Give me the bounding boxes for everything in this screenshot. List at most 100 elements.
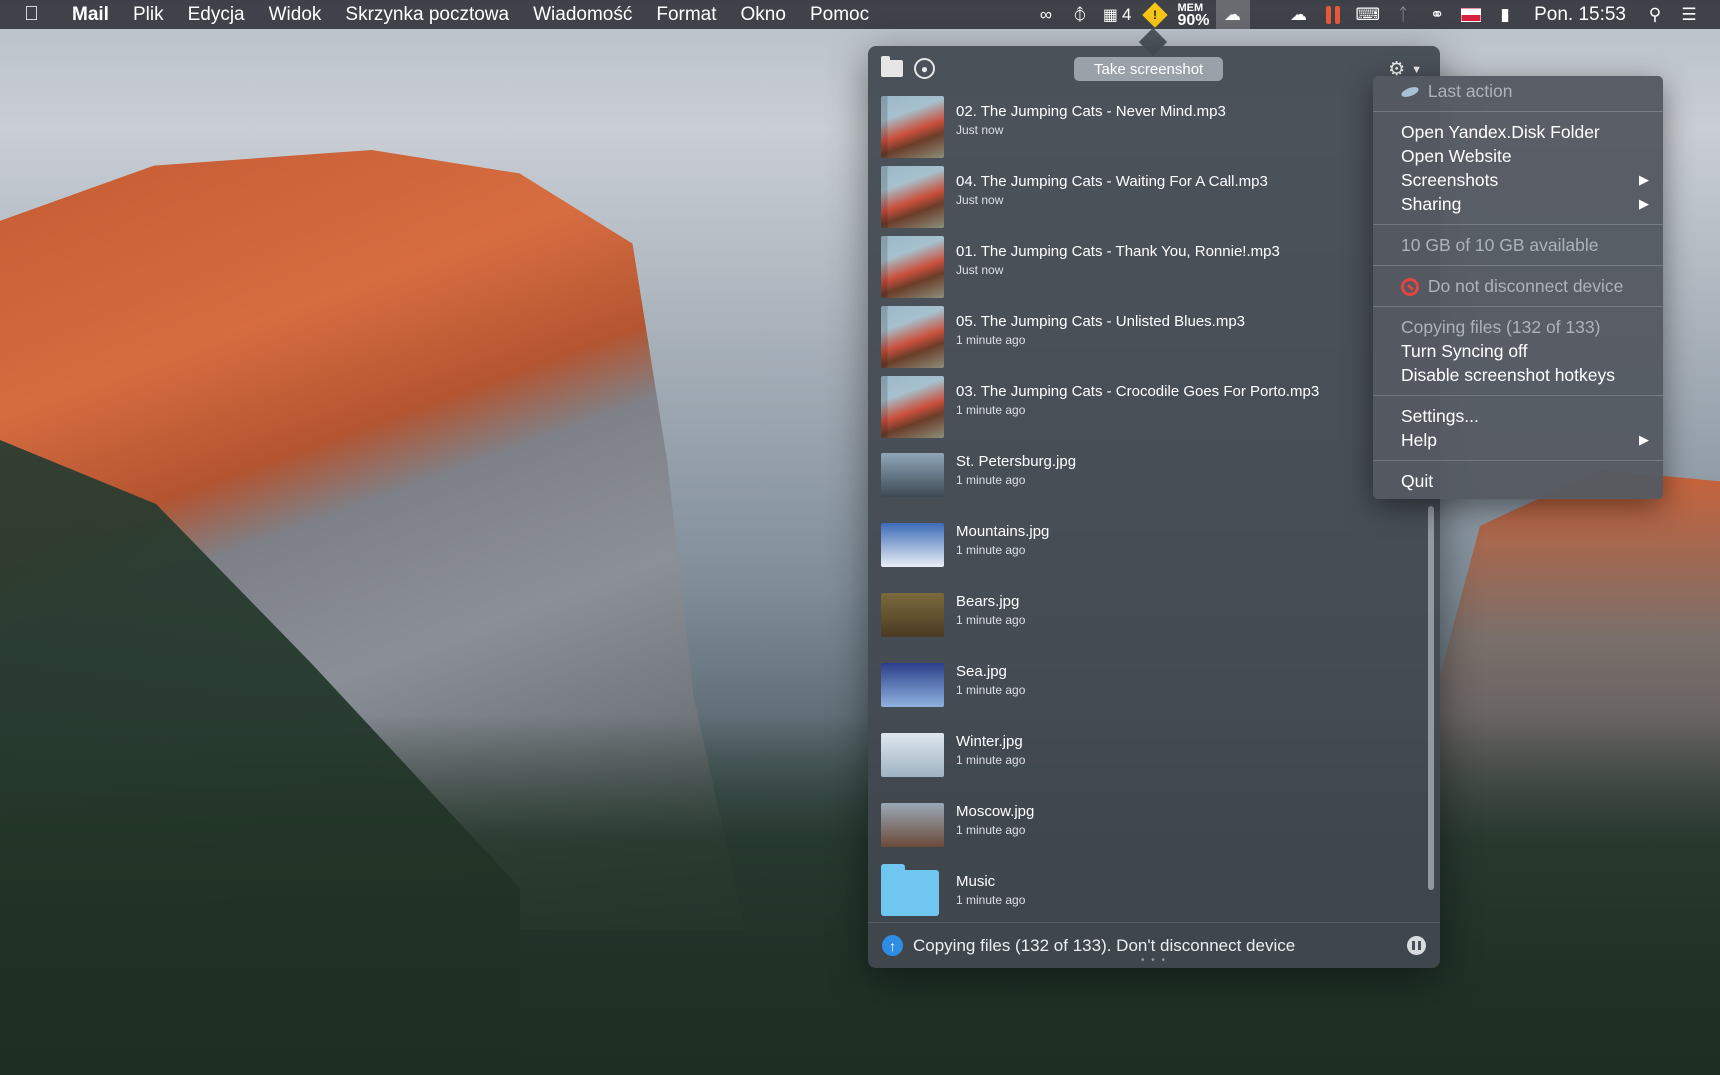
file-list-item[interactable]: 03. The Jumping Cats - Crocodile Goes Fo…: [868, 371, 1424, 441]
notes-badge-icon[interactable]: ▦ 4: [1097, 0, 1138, 29]
file-list-item[interactable]: 05. The Jumping Cats - Unlisted Blues.mp…: [868, 301, 1424, 371]
yandex-disk-popover: ● Take screenshot ⚙ ▼ 02. The Jumping Ca…: [868, 46, 1440, 968]
submenu-arrow-icon: ▶: [1639, 432, 1649, 447]
file-list-item[interactable]: Winter.jpg 1 minute ago: [868, 721, 1424, 791]
menu-turn-syncing-off[interactable]: Turn Syncing off: [1373, 339, 1663, 363]
menu-storage-info: 10 GB of 10 GB available: [1401, 235, 1599, 255]
menu-pomoc[interactable]: Pomoc: [798, 4, 881, 26]
album-art-thumbnail: [881, 96, 944, 158]
file-modified-time: 1 minute ago: [956, 403, 1026, 417]
warning-icon[interactable]: !: [1138, 0, 1172, 29]
battery-icon[interactable]: ▮: [1488, 0, 1522, 29]
status-menu-area: ∞ ⦽ ▦ 4 ! MEM 90% ☁ ☁ ⌨ ᛏ ⚭ ▮ Pon. 15:53…: [1029, 0, 1706, 29]
popover-toolbar: ● Take screenshot ⚙ ▼: [868, 46, 1440, 91]
file-list-item[interactable]: Moscow.jpg 1 minute ago: [868, 791, 1424, 861]
last-action-label: Last action: [1427, 81, 1513, 101]
menubar-clock[interactable]: Pon. 15:53: [1522, 4, 1638, 26]
sync-status-bar: ↑ Copying files (132 of 133). Don't disc…: [868, 922, 1440, 968]
file-list-item[interactable]: St. Petersburg.jpg 1 minute ago: [868, 441, 1424, 511]
cloud-sync-icon[interactable]: ☁: [1282, 0, 1316, 29]
menu-separator: [1373, 395, 1663, 396]
yandex-disk-cloud-icon[interactable]: ☁: [1215, 0, 1250, 29]
memory-value: 90%: [1177, 11, 1210, 29]
photo-thumbnail: [881, 593, 944, 637]
menu-sharing[interactable]: Sharing ▶: [1373, 192, 1663, 216]
file-list-item[interactable]: 01. The Jumping Cats - Thank You, Ronnie…: [868, 231, 1424, 301]
menu-plik[interactable]: Plik: [121, 4, 176, 26]
menu-last-action: Last action: [1373, 79, 1663, 103]
file-list-item[interactable]: 04. The Jumping Cats - Waiting For A Cal…: [868, 161, 1424, 231]
bluetooth-icon[interactable]: ᛏ: [1386, 0, 1420, 29]
wallpaper-forest: [0, 715, 1720, 1075]
file-name: 04. The Jumping Cats - Waiting For A Cal…: [956, 173, 1268, 190]
menu-screenshots-label: Screenshots: [1401, 170, 1499, 190]
file-modified-time: 1 minute ago: [956, 543, 1026, 557]
menu-sharing-label: Sharing: [1401, 194, 1462, 214]
file-name: 01. The Jumping Cats - Thank You, Ronnie…: [956, 243, 1280, 260]
file-list-item[interactable]: Mountains.jpg 1 minute ago: [868, 511, 1424, 581]
menu-wiadomosc[interactable]: Wiadomość: [521, 4, 644, 26]
menu-separator: [1373, 224, 1663, 225]
take-screenshot-button[interactable]: Take screenshot: [1074, 57, 1224, 81]
spotlight-search-icon[interactable]: ⚲: [1638, 0, 1672, 29]
album-art-thumbnail: [881, 376, 944, 438]
photo-thumbnail: [881, 733, 944, 777]
file-list-item[interactable]: Sea.jpg 1 minute ago: [868, 651, 1424, 721]
globe-icon[interactable]: ●: [914, 58, 935, 79]
menu-help[interactable]: Help ▶: [1373, 428, 1663, 452]
file-modified-time: Just now: [956, 263, 1004, 277]
menu-do-not-disconnect: Do not disconnect device: [1373, 274, 1663, 298]
sync-status-text: Copying files (132 of 133). Don't discon…: [913, 935, 1296, 955]
menu-format[interactable]: Format: [644, 4, 728, 26]
notes-badge-count: 4: [1122, 4, 1132, 24]
album-art-thumbnail: [881, 236, 944, 298]
menu-widok[interactable]: Widok: [257, 4, 334, 26]
do-not-disconnect-label: Do not disconnect device: [1427, 276, 1624, 296]
resize-handle[interactable]: • • •: [1141, 955, 1167, 966]
file-modified-time: 1 minute ago: [956, 333, 1026, 347]
file-modified-time: Just now: [956, 193, 1004, 207]
menu-screenshots[interactable]: Screenshots ▶: [1373, 168, 1663, 192]
menu-app-name[interactable]: Mail: [64, 4, 121, 26]
menu-settings[interactable]: Settings...: [1373, 404, 1663, 428]
photo-thumbnail: [881, 453, 944, 497]
input-source-flag-icon[interactable]: [1454, 0, 1488, 29]
notification-center-icon[interactable]: ☰: [1672, 0, 1706, 29]
file-list-item[interactable]: Music 1 minute ago: [868, 861, 1424, 931]
menu-bar:  Mail Plik Edycja Widok Skrzynka poczto…: [0, 0, 1720, 29]
no-entry-icon: [1401, 278, 1419, 297]
memory-monitor[interactable]: MEM 90%: [1172, 0, 1216, 29]
pause-bars-icon[interactable]: [1316, 0, 1350, 29]
menu-open-folder[interactable]: Open Yandex.Disk Folder: [1373, 120, 1663, 144]
creative-cloud-icon[interactable]: ∞: [1029, 0, 1063, 29]
file-modified-time: 1 minute ago: [956, 613, 1026, 627]
headphones-icon[interactable]: ⦽: [1063, 0, 1097, 29]
menu-separator: [1373, 460, 1663, 461]
wifi-icon[interactable]: ⚭: [1420, 0, 1454, 29]
file-name: Bears.jpg: [956, 593, 1020, 610]
menu-open-website[interactable]: Open Website: [1373, 144, 1663, 168]
last-action-icon: [1400, 85, 1420, 100]
menu-quit[interactable]: Quit: [1373, 469, 1663, 493]
submenu-arrow-icon: ▶: [1639, 196, 1649, 211]
menu-copying-status: Copying files (132 of 133): [1401, 317, 1601, 337]
file-modified-time: 1 minute ago: [956, 473, 1026, 487]
menu-separator: [1373, 306, 1663, 307]
menu-separator: [1373, 265, 1663, 266]
file-list-item[interactable]: Bears.jpg 1 minute ago: [868, 581, 1424, 651]
photo-thumbnail: [881, 803, 944, 847]
menu-disable-screenshot-hotkeys[interactable]: Disable screenshot hotkeys: [1373, 363, 1663, 387]
album-art-thumbnail: [881, 166, 944, 228]
upload-arrow-icon: ↑: [882, 935, 903, 956]
file-list-item[interactable]: 02. The Jumping Cats - Never Mind.mp3 Jus…: [868, 91, 1424, 161]
pause-sync-button[interactable]: [1407, 936, 1426, 955]
keyboard-icon[interactable]: ⌨: [1350, 0, 1387, 29]
scrollbar[interactable]: [1428, 506, 1434, 890]
apple-icon[interactable]: : [24, 3, 64, 26]
folder-icon[interactable]: [881, 56, 903, 77]
menu-edycja[interactable]: Edycja: [176, 4, 257, 26]
photo-thumbnail: [881, 523, 944, 567]
file-name: Mountains.jpg: [956, 523, 1050, 540]
menu-skrzynka-pocztowa[interactable]: Skrzynka pocztowa: [333, 4, 521, 26]
menu-okno[interactable]: Okno: [729, 4, 798, 26]
